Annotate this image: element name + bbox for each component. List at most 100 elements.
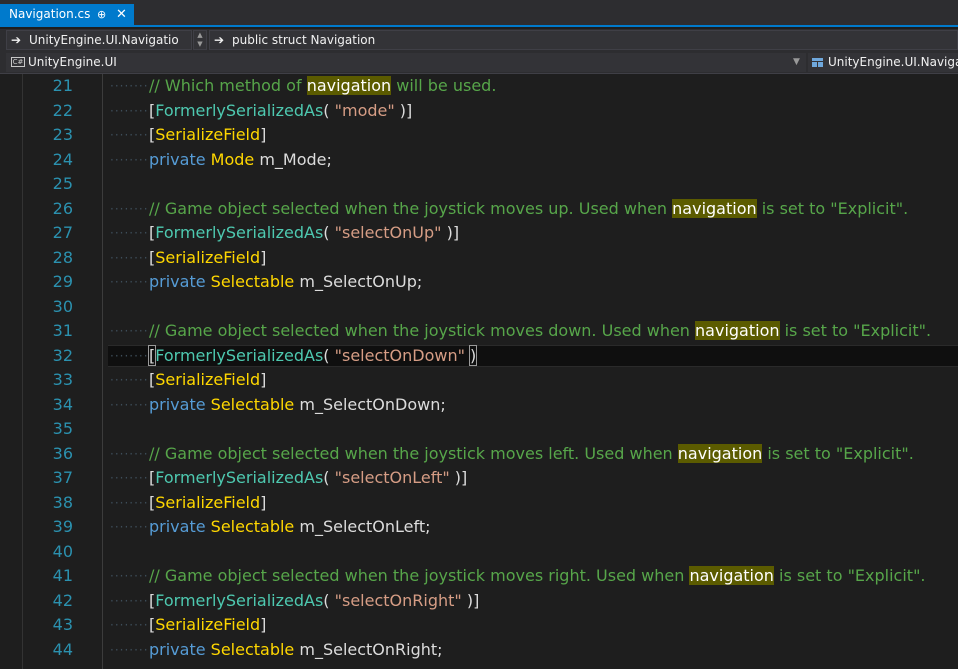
comment-token: // Game object selected when the joystic… — [149, 321, 696, 340]
code-line[interactable]: 38 ········ [SerializeField] — [0, 491, 958, 516]
code-line[interactable]: 23 ········ [SerializeField] — [0, 123, 958, 148]
code-editor[interactable]: 21 ········// Which method of navigation … — [0, 74, 958, 669]
tab-title: Navigation.cs — [9, 7, 91, 21]
keyword: private — [149, 517, 211, 536]
line-number: 28 — [52, 247, 73, 267]
code-text: m_Mode; — [254, 149, 332, 169]
code-content: [FormerlySerializedAs( "mode" )] — [149, 99, 412, 124]
line-number: 25 — [52, 174, 73, 193]
string-literal: "selectOnRight" — [334, 590, 462, 610]
attribute-name: SerializeField — [155, 125, 261, 144]
arrow-right-icon: ➔ — [214, 33, 225, 47]
pin-icon[interactable]: ⊕ — [97, 4, 106, 25]
indent-guide: ········ — [110, 152, 149, 167]
line-number: 36 — [52, 443, 73, 463]
indent-guide: ········ — [110, 250, 149, 265]
code-line[interactable]: 21 ········// Which method of navigation … — [0, 74, 958, 99]
code-text: ] — [260, 492, 267, 512]
keyword: private — [149, 394, 211, 414]
indent-guide: ········ — [110, 128, 149, 142]
line-number: 31 — [52, 321, 73, 340]
attribute-name: FormerlySerializedAs — [155, 100, 324, 120]
code-line[interactable]: 34 ········ private Selectable m_SelectOnD… — [0, 393, 958, 418]
code-line[interactable]: 44 ········ private Selectable m_SelectOnR… — [0, 638, 958, 663]
comment-token: is set to "Explicit". — [756, 198, 909, 218]
project-dropdown-label: UnityEngine.UI — [28, 55, 117, 69]
code-content: private Selectable m_SelectOnDown; — [149, 393, 446, 418]
code-text: ( — [323, 468, 335, 487]
line-number: 41 — [52, 566, 73, 585]
code-text: )] — [449, 468, 468, 487]
indent-guide: ········ — [110, 569, 149, 583]
indent-guide: ········ — [110, 348, 149, 363]
code-line[interactable]: 24 ········ private Mode m_Mode; — [0, 148, 958, 173]
code-line[interactable]: 43 ········ [SerializeField] — [0, 613, 958, 638]
code-line[interactable]: 30 — [0, 295, 958, 320]
code-line[interactable]: 37 ········ [FormerlySerializedAs( "select… — [0, 466, 958, 491]
code-line[interactable]: 29 ········ private Selectable m_SelectOnU… — [0, 270, 958, 295]
type-dropdown[interactable]: ➔ UnityEngine.UI.Navigatio — [6, 30, 192, 50]
line-number: 24 — [52, 149, 73, 169]
code-line[interactable]: 42 ········ [FormerlySerializedAs( "select… — [0, 589, 958, 614]
member-dropdown[interactable]: UnityEngine.UI.Navigat — [808, 53, 958, 72]
attribute-name: FormerlySerializedAs — [155, 468, 324, 487]
code-line[interactable]: 35 — [0, 417, 958, 442]
code-line[interactable]: 40 — [0, 540, 958, 565]
close-icon[interactable]: ✕ — [116, 4, 127, 25]
line-number: 33 — [52, 370, 73, 389]
search-highlight: navigation — [677, 443, 763, 463]
search-highlight: navigation — [689, 566, 774, 585]
line-number: 29 — [52, 272, 73, 291]
code-content: [FormerlySerializedAs( "selectOnUp" )] — [149, 221, 459, 246]
comment-token: // Game object selected when the joystic… — [149, 198, 673, 218]
code-line[interactable]: 31 ········// Game object selected when t… — [0, 319, 958, 344]
csharp-file-icon: C# — [11, 57, 25, 67]
struct-icon — [812, 58, 823, 67]
code-line-current[interactable]: 32 ········ [FormerlySerializedAs( "select… — [0, 344, 958, 369]
keyword: private — [149, 639, 211, 659]
indent-guide: ········ — [110, 471, 149, 485]
type-name: Selectable — [210, 639, 295, 659]
code-text: m_SelectOnUp; — [294, 272, 423, 291]
code-line[interactable]: 25 — [0, 172, 958, 197]
code-line[interactable]: 27 ········ [FormerlySerializedAs( "select… — [0, 221, 958, 246]
type-name: Selectable — [210, 517, 295, 536]
member-struct-dropdown[interactable]: ➔ public struct Navigation — [209, 30, 958, 50]
search-highlight: navigation — [695, 321, 780, 340]
code-line[interactable]: 41 ········// Game object selected when t… — [0, 564, 958, 589]
code-line[interactable]: 26 ········// Game object selected when t… — [0, 197, 958, 222]
line-number: 34 — [52, 394, 73, 414]
indent-guide: ········ — [110, 446, 149, 461]
code-content: [FormerlySerializedAs( "selectOnDown" ) — [147, 344, 478, 369]
line-number: 32 — [52, 345, 73, 365]
indent-guide: ········ — [110, 324, 149, 338]
code-line[interactable]: 36 ········// Game object selected when t… — [0, 442, 958, 467]
project-dropdown[interactable]: C# UnityEngine.UI ▼ — [6, 53, 806, 72]
comment-token: is set to "Explicit". — [762, 443, 914, 463]
indent-guide: ········ — [110, 201, 149, 216]
code-content: [SerializeField] — [149, 123, 266, 148]
tab-navigation-cs[interactable]: Navigation.cs ⊕ ✕ — [0, 4, 134, 25]
code-line[interactable]: 39 ········ private Selectable m_SelectOnL… — [0, 515, 958, 540]
code-line[interactable]: 28 ········ [SerializeField] — [0, 246, 958, 271]
code-content: // Game object selected when the joystic… — [149, 197, 908, 222]
attribute-name: SerializeField — [155, 247, 261, 267]
attribute-name: FormerlySerializedAs — [155, 590, 324, 610]
type-name: Mode — [210, 149, 255, 169]
code-content: private Selectable m_SelectOnUp; — [149, 270, 422, 295]
comment-token: will be used. — [391, 76, 497, 95]
code-line[interactable]: 33 ········ [SerializeField] — [0, 368, 958, 393]
code-text: ] — [260, 125, 267, 144]
code-line[interactable]: 22 ········ [FormerlySerializedAs( "mode" … — [0, 99, 958, 124]
code-content: private Mode m_Mode; — [149, 148, 332, 173]
code-content: [SerializeField] — [149, 246, 266, 271]
navigation-bar: ➔ UnityEngine.UI.Navigatio ▲ ▼ ➔ public s… — [0, 29, 958, 52]
code-content: // Which method of navigation will be us… — [149, 74, 496, 99]
string-literal: "selectOnLeft" — [334, 468, 450, 487]
code-text: m_SelectOnRight; — [294, 639, 443, 659]
string-literal: "selectOnUp" — [334, 223, 442, 242]
keyword: private — [149, 149, 211, 169]
line-number: 37 — [52, 468, 73, 487]
updown-spinner[interactable]: ▲ ▼ — [193, 30, 207, 50]
line-number: 39 — [52, 517, 73, 536]
